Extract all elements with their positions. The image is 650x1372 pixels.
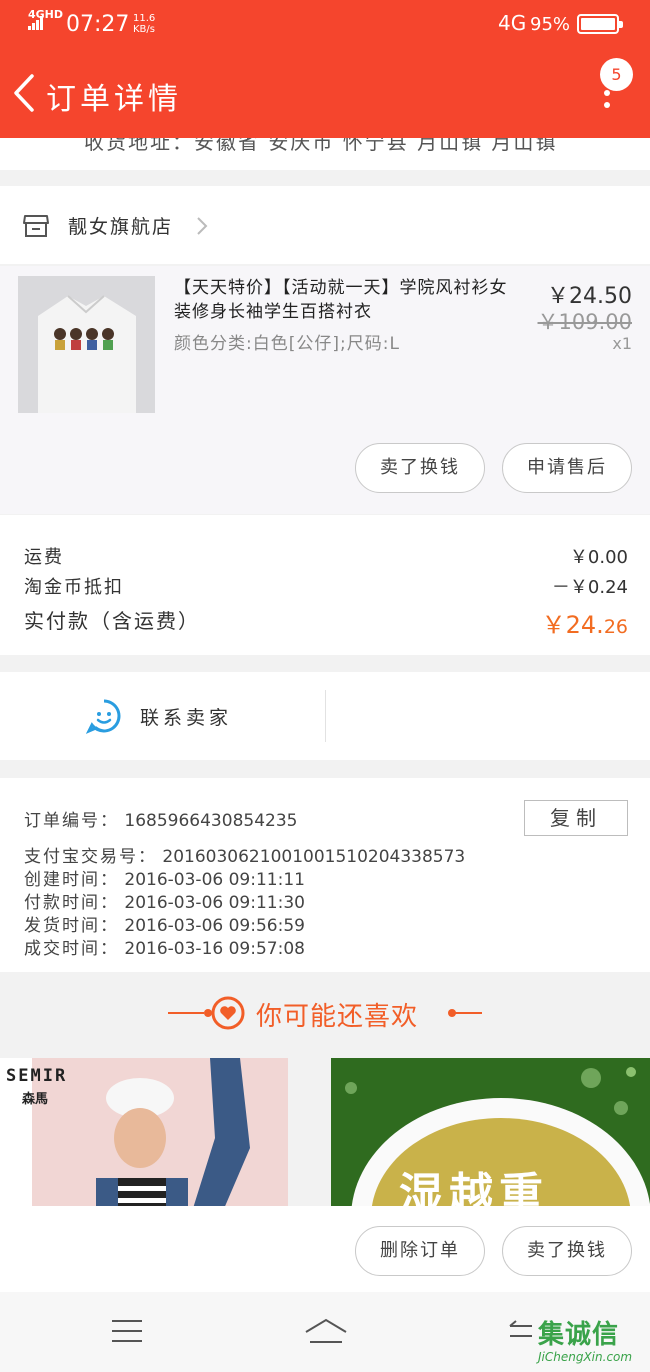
order-info: 订单编号： 1685966430854235 复制 支付宝交易号： 201603… xyxy=(0,778,650,972)
page-title: 订单详情 xyxy=(46,82,182,117)
product-title[interactable]: 【天天特价】【活动就一天】学院风衬衫女装修身长袖学生百搭衬衣 xyxy=(174,276,524,324)
speed-value: 11.6 xyxy=(133,13,156,24)
watermark-zh: 集诚信 xyxy=(538,1320,620,1350)
divider xyxy=(168,1012,204,1014)
completed-time-row: 成交时间： 2016-03-16 09:57:08 xyxy=(24,934,305,959)
created-time-row: 创建时间： 2016-03-06 09:11:11 xyxy=(24,865,305,890)
menu-icon[interactable] xyxy=(112,1320,142,1342)
total-integer: 24. xyxy=(565,611,604,639)
address-strip: 收货地址：安徽省 安庆市 怀宁县 月山镇 月山镇 xyxy=(0,138,650,170)
info-value: 2016-03-06 09:11:11 xyxy=(124,870,305,890)
bottom-action-bar: 删除订单 卖了换钱 xyxy=(0,1206,650,1292)
info-key: 支付宝交易号： xyxy=(24,847,157,867)
brand-logo: SEMIR xyxy=(6,1066,68,1086)
total-value: ￥24.26 xyxy=(542,605,628,640)
contact-row: 联系卖家 xyxy=(0,672,650,760)
info-key: 发货时间： xyxy=(24,916,119,936)
total-label: 实付款（含运费） xyxy=(24,609,200,633)
home-icon[interactable] xyxy=(304,1316,348,1346)
shipping-value: ￥0.00 xyxy=(569,547,628,568)
recommend-title: 你可能还喜欢 xyxy=(256,1002,419,1032)
coin-value: －￥0.24 xyxy=(551,577,628,598)
chevron-right-icon xyxy=(197,217,208,235)
contact-seller-button[interactable]: 联系卖家 xyxy=(140,703,232,730)
divider xyxy=(325,690,326,742)
order-detail-page: 4GHD 07:27 11.6 KB/s 4G 95% 订单详情 5 收货地址：… xyxy=(0,0,650,1372)
info-key: 成交时间： xyxy=(24,939,119,959)
status-time: 07:27 xyxy=(66,12,130,37)
watermark-en: JiChengXin.com xyxy=(538,1350,633,1364)
app-header: 4GHD 07:27 11.6 KB/s 4G 95% 订单详情 5 xyxy=(0,0,650,138)
store-icon xyxy=(23,215,49,237)
order-number-row: 订单编号： 1685966430854235 xyxy=(24,806,297,831)
delete-order-button[interactable]: 删除订单 xyxy=(355,1226,485,1276)
shop-name[interactable]: 靓女旗航店 xyxy=(68,212,173,239)
shipping-label: 运费 xyxy=(24,547,64,568)
copy-button[interactable]: 复制 xyxy=(524,800,628,836)
product-sku: 颜色分类:白色[公仔];尺码:L xyxy=(174,334,400,354)
shipping-row: 运费 ￥0.00 xyxy=(24,543,628,569)
system-nav-bar: 集诚信 JiChengXin.com xyxy=(0,1292,650,1372)
shirt-image-icon xyxy=(18,276,155,413)
message-badge[interactable]: 5 xyxy=(600,58,633,91)
product-original-price: ￥109.00 xyxy=(537,310,632,334)
cost-summary: 运费 ￥0.00 淘金币抵扣 －￥0.24 实付款（含运费） ￥24.26 xyxy=(0,515,650,655)
info-key: 创建时间： xyxy=(24,870,119,890)
signal-label: 4GHD xyxy=(28,8,64,21)
info-value: 2016-03-06 09:11:30 xyxy=(124,893,305,913)
resell-button[interactable]: 卖了换钱 xyxy=(355,443,485,493)
info-key: 付款时间： xyxy=(24,893,119,913)
brand-logo-zh: 森馬 xyxy=(22,1092,49,1107)
info-key: 订单编号： xyxy=(24,811,119,831)
total-row: 实付款（含运费） ￥24.26 xyxy=(24,605,628,639)
back-arrow-icon[interactable] xyxy=(8,72,44,114)
paid-time-row: 付款时间： 2016-03-06 09:11:30 xyxy=(24,888,305,913)
info-value: 2016-03-06 09:56:59 xyxy=(124,916,305,936)
total-decimal: 26 xyxy=(603,616,628,638)
alipay-number-row: 支付宝交易号： 2016030621001001510204338573 xyxy=(24,842,465,867)
status-bar: 4GHD 07:27 11.6 KB/s 4G 95% xyxy=(0,0,650,50)
coin-label: 淘金币抵扣 xyxy=(24,577,124,598)
network-type: 4G xyxy=(498,11,527,35)
network-speed: 11.6 KB/s xyxy=(133,13,155,35)
tea-banner-text: 湿越重 xyxy=(399,1169,549,1206)
chat-smile-icon[interactable] xyxy=(86,698,122,734)
info-value: 2016030621001001510204338573 xyxy=(162,847,466,867)
product-thumbnail[interactable] xyxy=(18,276,155,413)
order-item[interactable]: 【天天特价】【活动就一天】学院风衬衫女装修身长袖学生百搭衬衣 颜色分类:白色[公… xyxy=(0,266,650,514)
coin-deduction-row: 淘金币抵扣 －￥0.24 xyxy=(24,573,628,599)
more-options-icon[interactable] xyxy=(601,90,613,122)
after-sale-button[interactable]: 申请售后 xyxy=(502,443,632,493)
total-currency: ￥ xyxy=(541,611,566,639)
address-text: 收货地址：安徽省 安庆市 怀宁县 月山镇 月山镇 xyxy=(84,138,558,154)
info-value: 1685966430854235 xyxy=(124,811,298,831)
resell-button[interactable]: 卖了换钱 xyxy=(502,1226,632,1276)
recommend-header: 你可能还喜欢 xyxy=(0,986,650,1058)
info-value: 2016-03-16 09:57:08 xyxy=(124,939,305,959)
product-quantity: x1 xyxy=(612,334,632,353)
recommend-card[interactable]: SEMIR 森馬 xyxy=(0,1058,288,1206)
shipped-time-row: 发货时间： 2016-03-06 09:56:59 xyxy=(24,911,305,936)
heart-icon xyxy=(211,996,245,1030)
recommendations: 你可能还喜欢 SEMIR 森馬 湿越重 xyxy=(0,986,650,1206)
battery-percent: 95% xyxy=(530,14,571,35)
recommend-card[interactable]: 湿越重 xyxy=(331,1058,650,1206)
speed-unit: KB/s xyxy=(133,24,155,35)
nav-bar: 订单详情 5 xyxy=(0,58,650,130)
divider xyxy=(450,1012,482,1014)
return-icon[interactable] xyxy=(506,1320,536,1342)
battery-icon xyxy=(577,14,623,34)
shop-row[interactable]: 靓女旗航店 xyxy=(0,186,650,264)
watermark: 集诚信 JiChengXin.com xyxy=(538,1314,648,1368)
